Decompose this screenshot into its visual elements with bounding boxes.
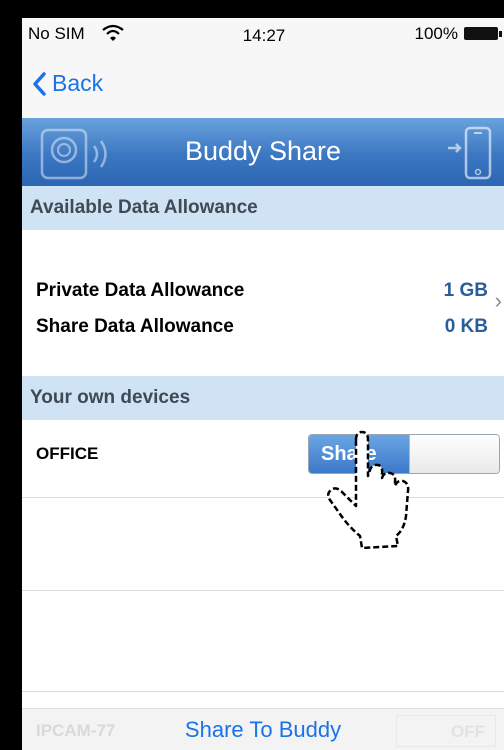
allowance-section-header: Available Data Allowance: [22, 186, 504, 230]
phone-share-icon: [448, 126, 492, 180]
share-allowance-value: 0 KB: [444, 316, 488, 337]
share-allowance-label: Share Data Allowance: [36, 316, 234, 337]
back-button[interactable]: Back: [32, 70, 103, 97]
back-chevron-icon: [33, 71, 46, 96]
list-item: [22, 591, 504, 692]
devices-section-header: Your own devices: [22, 376, 504, 420]
chevron-right-icon: ›: [494, 288, 502, 313]
buddy-share-banner: Buddy Share: [22, 118, 504, 186]
battery-tip: [499, 31, 502, 37]
device-name: OFFICE: [36, 444, 99, 463]
allowance-row[interactable]: Private Data Allowance 1 GB Share Data A…: [22, 230, 504, 376]
status-bar: No SIM 14:27 100%: [22, 18, 504, 48]
private-allowance-value: 1 GB: [443, 280, 488, 301]
phone-screen: No SIM 14:27 100% Back Buddy Share Avail…: [22, 18, 504, 750]
back-label: Back: [52, 70, 104, 96]
battery-percent: 100%: [414, 24, 458, 43]
pointer-hand-icon: [327, 430, 410, 550]
share-allowance-row: Share Data Allowance 0 KB: [36, 316, 488, 338]
battery-icon: [464, 27, 498, 40]
nav-bar: Back: [22, 48, 504, 118]
bottom-toolbar: IPCAM-77 OFF Share To Buddy: [22, 708, 504, 750]
share-to-buddy-button[interactable]: Share To Buddy: [22, 717, 504, 743]
banner-title: Buddy Share: [184, 136, 342, 166]
private-allowance-row: Private Data Allowance 1 GB: [36, 280, 488, 302]
private-allowance-label: Private Data Allowance: [36, 280, 245, 301]
